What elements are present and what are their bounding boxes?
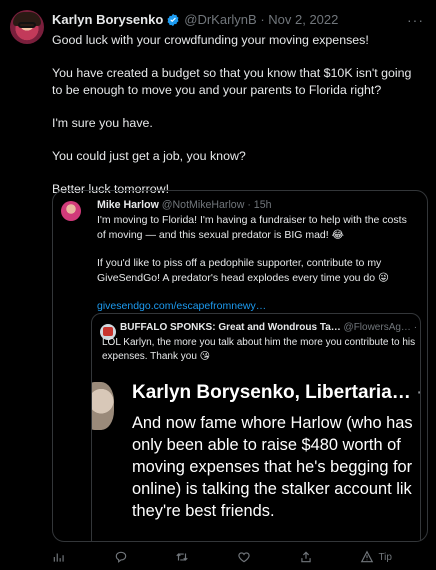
tip-label: Tip [378,551,392,563]
nested-author-name: BUFFALO SPONKS: Great and Wondrous Ta… [120,322,341,333]
author-handle[interactable]: @DrKarlynB [184,12,256,27]
nested-quoted-tweet[interactable]: BUFFALO SPONKS: Great and Wondrous Ta… @… [91,313,421,541]
verified-badge-icon [166,13,180,27]
embedded-screenshot-image[interactable]: Karlyn Borysenko, Libertaria… · 9m And n… [92,372,420,541]
screenshot-line: online) is talking the stalker account l… [132,480,412,498]
retweet-icon [176,553,189,561]
screenshot-text: And now fame whore Harlow (who has only … [132,412,420,522]
avatar-glasses [18,22,36,28]
screenshot-line: And now fame whore Harlow (who has [132,414,413,432]
tweet[interactable]: Karlyn Borysenko @DrKarlynB · Nov 2, 202… [0,0,436,570]
tweet-paragraph: You could just get a job, you know? [52,149,246,163]
reply-button[interactable] [114,550,128,564]
quoted-tweet-time: 15h [253,199,272,211]
screenshot-author-name: Karlyn Borysenko, Libertaria… [132,382,411,403]
tweet-action-bar: Tip [52,548,428,566]
analytics-icon [53,553,64,562]
screenshot-avatar [92,382,114,430]
screenshot-header: Karlyn Borysenko, Libertaria… · 9m [132,382,420,404]
author-name[interactable]: Karlyn Borysenko [52,12,163,27]
tweet-header: Karlyn Borysenko @DrKarlynB · Nov 2, 202… [52,12,396,27]
tweet-paragraph: Good luck with your crowdfunding your mo… [52,33,369,47]
tip-button[interactable]: Tip [360,550,392,564]
tweet-date[interactable]: Nov 2, 2022 [268,12,338,27]
analytics-button[interactable] [52,550,66,564]
quoted-tweet[interactable]: Mike Harlow @NotMikeHarlow · 15h I'm mov… [52,190,428,542]
tip-icon [361,550,374,563]
nested-tweet-text: LOL Karlyn, the more you talk about him … [102,337,416,362]
retweet-button[interactable] [175,550,189,564]
screenshot-line: only been able to raise $480 worth of [132,436,401,454]
share-icon [301,551,311,563]
quoted-author-handle: @NotMikeHarlow [161,199,245,211]
quoted-tweet-header: Mike Harlow @NotMikeHarlow · 15h [97,199,271,211]
separator-dot: · [256,12,269,27]
fundraiser-link[interactable]: givesendgo.com/escapefromnewy… [97,299,415,314]
share-button[interactable] [299,550,313,564]
screenshot-line: moving expenses that he's begging for [132,458,413,476]
separator-dot: · [414,322,416,333]
screenshot-line: they're best friends. [132,502,275,520]
heart-icon [238,552,250,563]
quoted-author-avatar [61,201,81,221]
screenshot-dot: · [416,382,420,403]
nested-author-handle: @FlowersAg… [343,322,411,333]
quoted-tweet-text: I'm moving to Florida! I'm having a fund… [97,213,415,327]
tweet-paragraph: You have created a budget so that you kn… [52,66,412,97]
reply-icon [115,551,126,563]
like-button[interactable] [237,550,251,564]
quoted-paragraph: If you'd like to piss off a pedophile su… [97,257,389,284]
more-options-icon[interactable]: ··· [407,12,424,28]
quoted-author-name: Mike Harlow [97,199,159,211]
tweet-text: Good luck with your crowdfunding your mo… [52,32,422,214]
author-avatar[interactable] [10,10,44,44]
quoted-paragraph: I'm moving to Florida! I'm having a fund… [97,214,407,241]
nested-tweet-header: BUFFALO SPONKS: Great and Wondrous Ta… @… [120,322,416,333]
tweet-paragraph: I'm sure you have. [52,116,153,130]
